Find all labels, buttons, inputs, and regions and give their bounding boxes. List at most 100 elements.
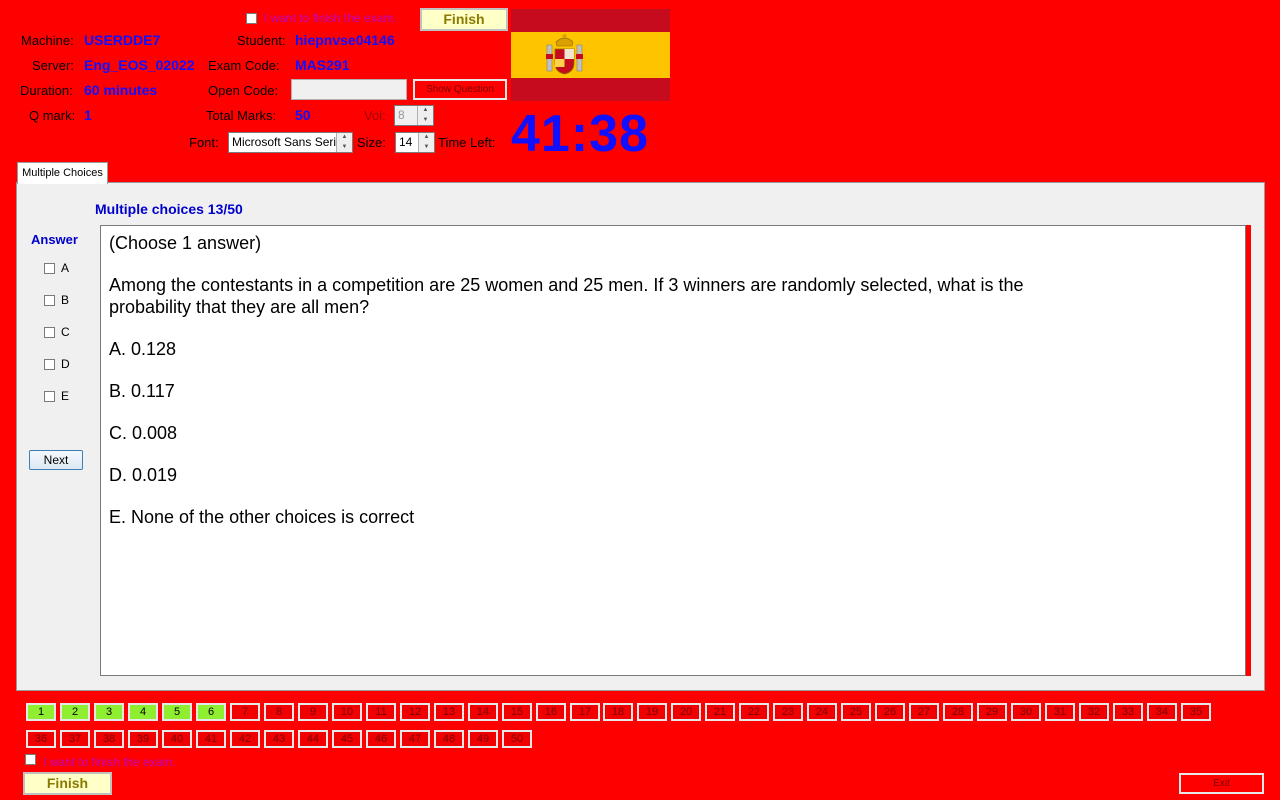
time-left-value: 41:38 xyxy=(511,105,649,163)
question-nav-button-43[interactable]: 43 xyxy=(264,730,294,748)
exit-button[interactable]: Exit xyxy=(1179,773,1264,794)
size-spinner[interactable]: 14 ▲ ▼ xyxy=(395,132,435,153)
answer-option-d[interactable]: D xyxy=(44,357,70,371)
question-nav-button-34[interactable]: 34 xyxy=(1147,703,1177,721)
question-scroll-bar[interactable] xyxy=(1246,225,1251,676)
question-nav-button-16[interactable]: 16 xyxy=(536,703,566,721)
question-nav-button-50[interactable]: 50 xyxy=(502,730,532,748)
vol-spin-buttons[interactable]: ▲ ▼ xyxy=(417,106,433,125)
question-nav-button-18[interactable]: 18 xyxy=(603,703,633,721)
question-nav-button-3[interactable]: 3 xyxy=(94,703,124,721)
finish-checkbox-top-label[interactable]: I want to finish the exam. xyxy=(264,11,397,25)
size-label: Size: xyxy=(357,135,386,150)
question-nav-button-38[interactable]: 38 xyxy=(94,730,124,748)
question-nav-button-35[interactable]: 35 xyxy=(1181,703,1211,721)
finish-checkbox-bottom[interactable] xyxy=(25,754,36,765)
question-nav-button-45[interactable]: 45 xyxy=(332,730,362,748)
answer-option-a[interactable]: A xyxy=(44,261,69,275)
question-nav-button-42[interactable]: 42 xyxy=(230,730,260,748)
answer-checkbox-c[interactable] xyxy=(44,327,55,339)
question-nav-button-39[interactable]: 39 xyxy=(128,730,158,748)
machine-label: Machine: xyxy=(21,33,74,48)
choice-e: E. None of the other choices is correct xyxy=(109,507,415,527)
total-marks-label: Total Marks: xyxy=(206,108,277,123)
tab-multiple-choices[interactable]: Multiple Choices xyxy=(17,162,108,184)
answer-checkbox-a[interactable] xyxy=(44,263,55,275)
question-nav-button-17[interactable]: 17 xyxy=(570,703,600,721)
vol-spinner[interactable]: 8 ▲ ▼ xyxy=(394,105,434,126)
question-nav-button-12[interactable]: 12 xyxy=(400,703,430,721)
question-nav-button-22[interactable]: 22 xyxy=(739,703,769,721)
question-nav-button-48[interactable]: 48 xyxy=(434,730,464,748)
machine-value: USERDDE7 xyxy=(84,32,161,48)
open-code-input[interactable] xyxy=(291,79,407,100)
finish-button-bottom[interactable]: Finish xyxy=(23,772,112,795)
answer-option-e[interactable]: E xyxy=(44,389,69,403)
question-nav-button-6[interactable]: 6 xyxy=(196,703,226,721)
answer-option-c[interactable]: C xyxy=(44,325,70,339)
question-nav-button-46[interactable]: 46 xyxy=(366,730,396,748)
question-nav-button-41[interactable]: 41 xyxy=(196,730,226,748)
answer-label-c: C xyxy=(61,325,70,339)
question-nav-button-40[interactable]: 40 xyxy=(162,730,192,748)
question-nav-button-23[interactable]: 23 xyxy=(773,703,803,721)
answer-checkbox-d[interactable] xyxy=(44,359,55,371)
question-nav-button-26[interactable]: 26 xyxy=(875,703,905,721)
question-text-area[interactable]: (Choose 1 answer) Among the contestants … xyxy=(100,225,1246,676)
question-nav-button-25[interactable]: 25 xyxy=(841,703,871,721)
answer-checkbox-b[interactable] xyxy=(44,295,55,307)
answer-label-d: D xyxy=(61,357,70,371)
question-nav-button-49[interactable]: 49 xyxy=(468,730,498,748)
vol-label: Vol: xyxy=(364,108,386,123)
question-nav-button-44[interactable]: 44 xyxy=(298,730,328,748)
question-nav-button-36[interactable]: 36 xyxy=(26,730,56,748)
question-nav-button-19[interactable]: 19 xyxy=(637,703,667,721)
question-nav-button-7[interactable]: 7 xyxy=(230,703,260,721)
choice-b: B. 0.117 xyxy=(109,381,175,401)
student-label: Student: xyxy=(237,33,286,48)
question-nav-button-37[interactable]: 37 xyxy=(60,730,90,748)
question-nav-button-11[interactable]: 11 xyxy=(366,703,396,721)
question-nav-button-4[interactable]: 4 xyxy=(128,703,158,721)
question-nav-button-21[interactable]: 21 xyxy=(705,703,735,721)
question-nav-button-30[interactable]: 30 xyxy=(1011,703,1041,721)
question-nav-button-29[interactable]: 29 xyxy=(977,703,1007,721)
question-nav-button-32[interactable]: 32 xyxy=(1079,703,1109,721)
question-nav-button-9[interactable]: 9 xyxy=(298,703,328,721)
finish-checkbox-bottom-label[interactable]: I want to finish the exam. xyxy=(43,755,176,769)
question-nav-button-47[interactable]: 47 xyxy=(400,730,430,748)
question-nav-button-24[interactable]: 24 xyxy=(807,703,837,721)
exam-code-value: MAS291 xyxy=(295,57,350,73)
question-nav-button-15[interactable]: 15 xyxy=(502,703,532,721)
server-value: Eng_EOS_02022 xyxy=(84,57,195,73)
next-button[interactable]: Next xyxy=(29,450,83,470)
question-nav-button-1[interactable]: 1 xyxy=(26,703,56,721)
spain-flag-image xyxy=(511,9,670,101)
vol-value: 8 xyxy=(398,108,405,122)
question-nav-button-33[interactable]: 33 xyxy=(1113,703,1143,721)
show-question-button[interactable]: Show Question xyxy=(413,79,507,100)
question-nav-button-10[interactable]: 10 xyxy=(332,703,362,721)
finish-checkbox-top[interactable] xyxy=(246,13,257,24)
question-nav-button-28[interactable]: 28 xyxy=(943,703,973,721)
answer-checkbox-e[interactable] xyxy=(44,391,55,403)
question-instruction: (Choose 1 answer) xyxy=(109,233,262,253)
font-spin-buttons[interactable]: ▲ ▼ xyxy=(336,133,352,152)
question-nav-button-2[interactable]: 2 xyxy=(60,703,90,721)
question-nav-button-27[interactable]: 27 xyxy=(909,703,939,721)
duration-value: 60 minutes xyxy=(84,82,158,98)
question-nav-button-20[interactable]: 20 xyxy=(671,703,701,721)
size-value: 14 xyxy=(399,135,413,149)
question-nav-button-8[interactable]: 8 xyxy=(264,703,294,721)
size-spin-buttons[interactable]: ▲ ▼ xyxy=(418,133,434,152)
total-marks-value: 50 xyxy=(295,107,311,123)
question-nav-button-13[interactable]: 13 xyxy=(434,703,464,721)
question-nav-button-14[interactable]: 14 xyxy=(468,703,498,721)
finish-button-top[interactable]: Finish xyxy=(420,8,508,31)
answer-option-b[interactable]: B xyxy=(44,293,69,307)
answer-label-a: A xyxy=(61,261,70,275)
font-select[interactable]: Microsoft Sans Serif ▲ ▼ xyxy=(228,132,353,153)
question-nav-button-31[interactable]: 31 xyxy=(1045,703,1075,721)
answer-title: Answer xyxy=(31,232,78,247)
question-nav-button-5[interactable]: 5 xyxy=(162,703,192,721)
